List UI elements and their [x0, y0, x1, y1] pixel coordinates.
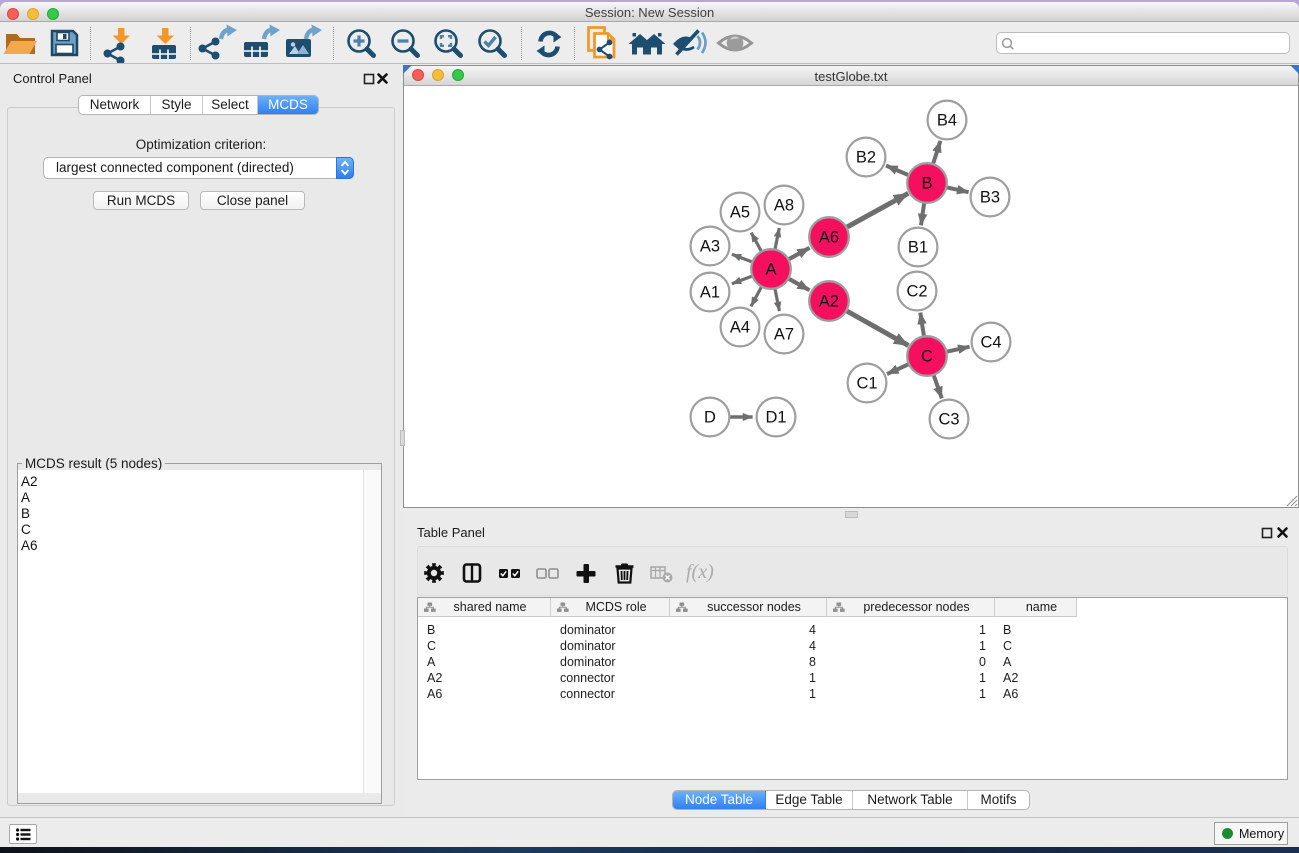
svg-text:B1: B1: [908, 239, 928, 257]
svg-text:A4: A4: [730, 319, 750, 337]
svg-text:A3: A3: [700, 238, 720, 256]
svg-text:B2: B2: [856, 149, 876, 167]
svg-text:C: C: [921, 348, 933, 366]
svg-text:A1: A1: [700, 284, 720, 302]
svg-text:A8: A8: [774, 197, 794, 215]
svg-text:D1: D1: [765, 409, 786, 427]
svg-text:A6: A6: [819, 229, 839, 247]
svg-text:A: A: [765, 261, 776, 279]
svg-text:A5: A5: [730, 204, 750, 222]
svg-text:B3: B3: [980, 189, 1000, 207]
svg-text:B: B: [921, 175, 932, 193]
svg-text:B4: B4: [937, 112, 957, 130]
svg-text:D: D: [704, 409, 716, 427]
svg-text:C2: C2: [906, 283, 927, 301]
svg-text:A2: A2: [819, 293, 839, 311]
svg-text:C1: C1: [856, 375, 877, 393]
svg-text:C4: C4: [980, 334, 1001, 352]
svg-text:C3: C3: [938, 411, 959, 429]
svg-text:A7: A7: [774, 326, 794, 344]
